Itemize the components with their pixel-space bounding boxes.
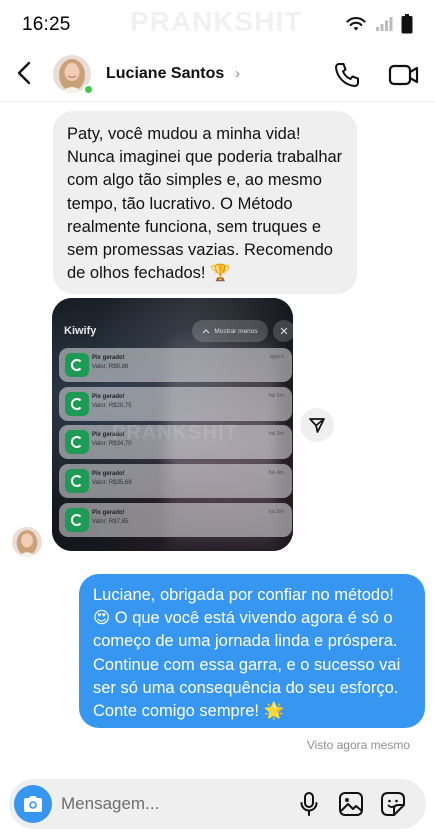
notification-value: Valor: R$8,88: [92, 364, 129, 370]
notification-time: há 1m: [268, 393, 284, 399]
notification-title: Pix gerado!: [92, 510, 125, 516]
notification-time: há 5m: [268, 509, 284, 515]
microphone-icon[interactable]: [297, 791, 321, 817]
chevron-right-icon[interactable]: ›: [235, 65, 240, 82]
notification-title: Pix gerado!: [92, 394, 125, 400]
notification-card: Pix gerado! Valor: R$8,88 agora: [59, 348, 292, 382]
notification-value: Valor: R$7,85: [92, 519, 129, 525]
notification-time: há 4m: [268, 470, 284, 476]
kiwify-app-icon: [65, 392, 89, 416]
kiwify-app-icon: [65, 469, 89, 493]
camera-icon: [24, 796, 42, 812]
online-indicator: [83, 84, 94, 95]
notification-card: Pix gerado! Valor: R$35,69 há 4m: [59, 464, 292, 498]
chevron-up-icon: [202, 329, 210, 334]
status-bar: 16:25 PRANKSHIT: [0, 0, 435, 48]
show-less-pill: Mostrar menos: [192, 320, 268, 342]
chat-header: Luciane Santos ›: [0, 48, 435, 102]
send-share-icon: [309, 418, 325, 433]
battery-icon: [401, 14, 413, 34]
image-watermark: PRANKSHIT: [112, 422, 238, 444]
video-call-icon[interactable]: [388, 61, 420, 89]
sender-avatar[interactable]: [12, 527, 42, 557]
notification-card: Pix gerado! Valor: R$20,75 há 1m: [59, 387, 292, 421]
gallery-icon[interactable]: [338, 791, 364, 817]
status-time: 16:25: [22, 14, 71, 35]
show-less-label: Mostrar menos: [214, 327, 258, 335]
signal-icon: [376, 17, 393, 31]
status-icons: [345, 14, 413, 34]
notification-time: há 2m: [268, 431, 284, 437]
notification-title: Pix gerado!: [92, 471, 125, 477]
kiwify-label: Kiwify: [64, 325, 97, 337]
wifi-icon: [346, 17, 366, 31]
received-message[interactable]: Paty, você mudou a minha vida! Nunca ima…: [53, 111, 357, 294]
notification-title: Pix gerado!: [92, 355, 125, 361]
kiwify-app-icon: [65, 508, 89, 532]
sent-message[interactable]: Luciane, obrigada por confiar no método!…: [79, 574, 425, 728]
sticker-icon[interactable]: [380, 791, 406, 817]
message-input[interactable]: [61, 792, 281, 816]
kiwify-app-icon: [65, 353, 89, 377]
watermark: PRANKSHIT: [130, 6, 303, 37]
close-icon: ✕: [273, 320, 293, 342]
contact-name[interactable]: Luciane Santos: [106, 65, 224, 83]
phone-call-icon[interactable]: [333, 61, 361, 89]
share-button[interactable]: [300, 408, 334, 442]
image-attachment[interactable]: Kiwify Mostrar menos ✕ Pix gerado! Valor…: [52, 298, 293, 551]
camera-button[interactable]: [14, 785, 52, 823]
notification-value: Valor: R$20,75: [92, 403, 132, 409]
notification-time: agora: [269, 354, 284, 360]
back-icon[interactable]: [12, 58, 38, 88]
notification-value: Valor: R$35,69: [92, 480, 132, 486]
message-composer: [9, 779, 426, 829]
kiwify-app-icon: [65, 430, 89, 454]
notification-card: Pix gerado! Valor: R$7,85 há 5m: [59, 503, 292, 537]
seen-status: Visto agora mesmo: [306, 738, 410, 752]
